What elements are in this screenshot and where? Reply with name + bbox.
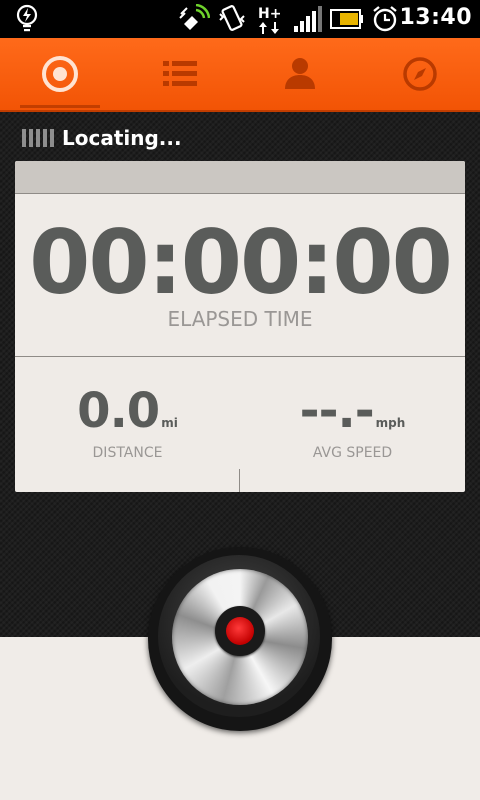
divider: [15, 356, 465, 357]
gps-bars-icon: [22, 129, 54, 147]
record-button[interactable]: [148, 547, 332, 731]
tab-explore[interactable]: [360, 38, 480, 110]
person-icon: [282, 55, 318, 93]
avg-speed-unit: mph: [375, 416, 406, 430]
elapsed-time-label: ELAPSED TIME: [167, 307, 313, 331]
battery-icon: [330, 9, 364, 33]
gps-status-text: Locating...: [62, 126, 182, 150]
record-target-icon: [40, 54, 80, 94]
distance-value: 0.0: [77, 383, 160, 439]
stats-card: 00:00:00 ELAPSED TIME 0.0 mi DISTANCE --.…: [15, 161, 465, 492]
card-header: [15, 161, 465, 194]
avg-speed-value: --.-: [299, 383, 375, 439]
gps-status: Locating...: [22, 124, 182, 152]
distance-unit: mi: [161, 416, 178, 430]
avg-speed-label: AVG SPEED: [312, 445, 393, 461]
stat-divider: [239, 469, 240, 492]
network-data-icon: H+: [256, 4, 286, 40]
compass-icon: [401, 55, 439, 93]
gps-signal-icon: [178, 3, 211, 38]
signal-strength-icon: [292, 4, 324, 38]
vibrate-icon: [217, 4, 247, 38]
svg-text:H+: H+: [258, 6, 281, 22]
avg-speed-stat: --.- mph AVG SPEED: [240, 383, 465, 461]
distance-stat: 0.0 mi DISTANCE: [15, 383, 240, 461]
record-dot-icon: [226, 617, 254, 645]
status-bar: H+ 13:40: [0, 0, 480, 38]
elapsed-time-value: 00:00:00: [29, 211, 453, 314]
tab-activities-list[interactable]: [120, 38, 240, 110]
alarm-clock-icon: [370, 4, 400, 38]
tab-bar: [0, 38, 480, 112]
distance-label: DISTANCE: [92, 445, 163, 461]
lightbulb-icon: [14, 4, 40, 38]
tab-record[interactable]: [0, 38, 120, 110]
status-time: 13:40: [399, 5, 472, 30]
list-icon: [161, 59, 199, 89]
tab-profile[interactable]: [240, 38, 360, 110]
